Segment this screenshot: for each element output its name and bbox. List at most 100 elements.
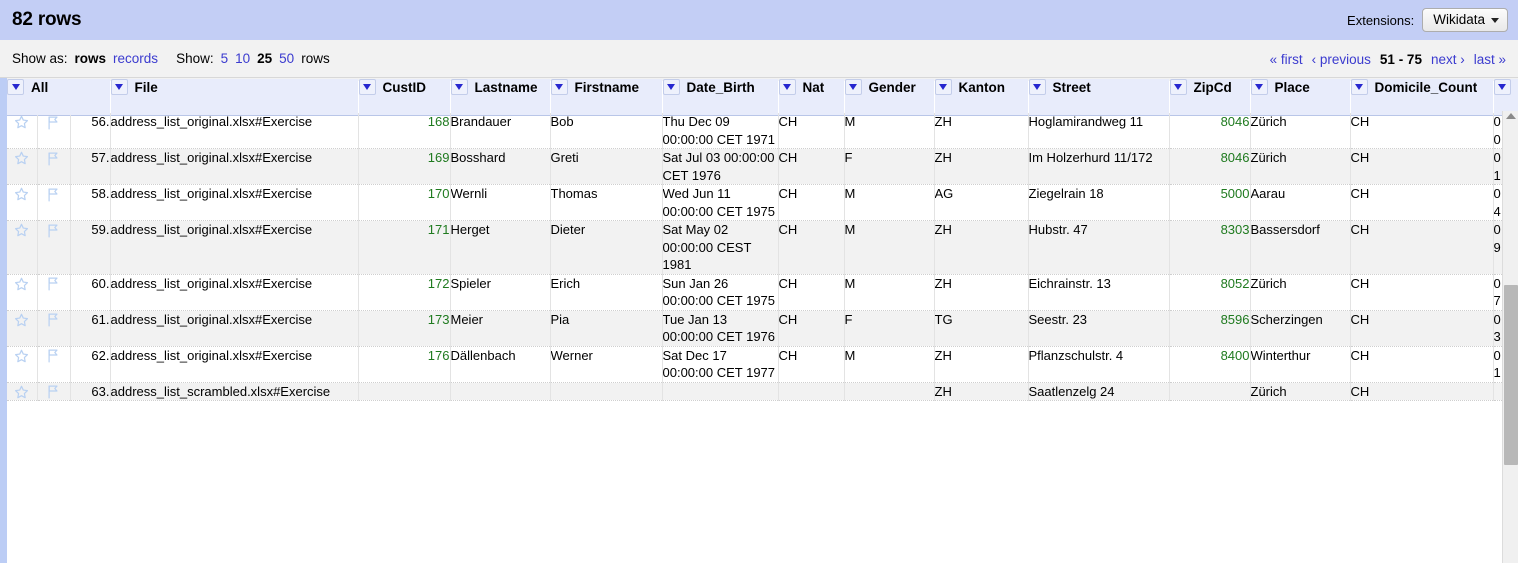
cell-gender[interactable]: M [844, 220, 935, 275]
column-dropdown-icon[interactable] [110, 79, 128, 95]
cell-place[interactable]: Zürich [1250, 382, 1351, 402]
cell-place[interactable]: Scherzingen [1250, 310, 1351, 347]
cell-custid[interactable]: 171 [358, 220, 451, 275]
cell-place[interactable]: Zürich [1250, 148, 1351, 185]
row-star-toggle[interactable] [7, 184, 38, 221]
row-flag-toggle[interactable] [37, 382, 71, 402]
cell-zipcd[interactable]: 8052 [1169, 274, 1251, 311]
cell-date-birth[interactable] [662, 382, 779, 402]
cell-street[interactable]: Eichrainstr. 13 [1028, 274, 1170, 311]
cell-kanton[interactable]: ZH [934, 112, 1029, 149]
table-row-clipped[interactable]: 56. address_list_original.xlsx#Exercise 16… [7, 112, 1518, 149]
cell-firstname[interactable]: Dieter [550, 220, 663, 275]
cell-kanton[interactable]: ZH [934, 148, 1029, 185]
column-dropdown-icon[interactable] [1169, 79, 1187, 95]
cell-domicile-count[interactable]: CH [1350, 346, 1494, 383]
cell-firstname[interactable] [550, 382, 663, 402]
vertical-scrollbar[interactable] [1502, 111, 1518, 563]
cell-domicile-count[interactable]: CH [1350, 220, 1494, 275]
cell-place[interactable]: Bassersdorf [1250, 220, 1351, 275]
column-dropdown-icon[interactable] [1028, 79, 1046, 95]
cell-place[interactable]: Winterthur [1250, 346, 1351, 383]
cell-lastname[interactable]: Brandauer [450, 112, 551, 149]
pagination-last[interactable]: last » [1474, 52, 1506, 67]
column-dropdown-icon[interactable] [934, 79, 952, 95]
row-star-toggle[interactable] [7, 220, 38, 275]
pagination-next[interactable]: next › [1431, 52, 1465, 67]
cell-zipcd[interactable] [1169, 382, 1251, 402]
cell-kanton[interactable]: AG [934, 184, 1029, 221]
cell-firstname[interactable]: Bob [550, 112, 663, 149]
cell-street[interactable]: Ziegelrain 18 [1028, 184, 1170, 221]
column-header-file[interactable]: File [110, 78, 359, 116]
cell-kanton[interactable]: ZH [934, 346, 1029, 383]
cell-custid[interactable]: 168 [358, 112, 451, 149]
cell-file[interactable]: address_list_scrambled.xlsx#Exercise [110, 382, 359, 402]
cell-date-birth[interactable]: Sat Dec 17 00:00:00 CET 1977 [662, 346, 779, 383]
row-flag-toggle[interactable] [37, 274, 71, 311]
column-dropdown-icon[interactable] [450, 79, 468, 95]
cell-file[interactable]: address_list_original.xlsx#Exercise [110, 112, 359, 149]
row-flag-toggle[interactable] [37, 148, 71, 185]
cell-lastname[interactable]: Dällenbach [450, 346, 551, 383]
show-as-records-option[interactable]: records [113, 51, 158, 66]
cell-gender[interactable]: M [844, 346, 935, 383]
cell-custid[interactable] [358, 382, 451, 402]
column-header-gender[interactable]: Gender [844, 78, 935, 116]
cell-lastname[interactable]: Spieler [450, 274, 551, 311]
cell-zipcd[interactable]: 8400 [1169, 346, 1251, 383]
column-header-street[interactable]: Street [1028, 78, 1170, 116]
cell-zipcd[interactable]: 8596 [1169, 310, 1251, 347]
cell-kanton[interactable]: TG [934, 310, 1029, 347]
column-header-nat[interactable]: Nat [778, 78, 845, 116]
row-star-toggle[interactable] [7, 310, 38, 347]
page-size-10[interactable]: 10 [235, 51, 250, 66]
cell-lastname[interactable]: Wernli [450, 184, 551, 221]
cell-domicile-count[interactable]: CH [1350, 382, 1494, 402]
cell-gender[interactable]: F [844, 148, 935, 185]
column-header-place[interactable]: Place [1250, 78, 1351, 116]
column-header-kanton[interactable]: Kanton [934, 78, 1029, 116]
cell-nat[interactable]: CH [778, 310, 845, 347]
cell-date-birth[interactable]: Sun Jan 26 00:00:00 CET 1975 [662, 274, 779, 311]
table-row[interactable]: 60. address_list_original.xlsx#Exercise 17… [7, 274, 1518, 311]
cell-domicile-count[interactable]: CH [1350, 112, 1494, 149]
cell-domicile-count[interactable]: CH [1350, 274, 1494, 311]
cell-nat[interactable]: CH [778, 184, 845, 221]
cell-place[interactable]: Zürich [1250, 274, 1351, 311]
table-row[interactable]: 57. address_list_original.xlsx#Exercise 16… [7, 148, 1518, 185]
cell-zipcd[interactable]: 5000 [1169, 184, 1251, 221]
cell-custid[interactable]: 176 [358, 346, 451, 383]
cell-lastname[interactable]: Bosshard [450, 148, 551, 185]
cell-kanton[interactable]: ZH [934, 382, 1029, 402]
cell-kanton[interactable]: ZH [934, 220, 1029, 275]
cell-custid[interactable]: 169 [358, 148, 451, 185]
cell-file[interactable]: address_list_original.xlsx#Exercise [110, 148, 359, 185]
row-flag-toggle[interactable] [37, 112, 71, 149]
cell-gender[interactable]: M [844, 112, 935, 149]
cell-file[interactable]: address_list_original.xlsx#Exercise [110, 274, 359, 311]
table-row[interactable]: 62. address_list_original.xlsx#Exercise 17… [7, 346, 1518, 383]
row-star-toggle[interactable] [7, 382, 38, 402]
column-dropdown-icon[interactable] [1250, 79, 1268, 95]
cell-custid[interactable]: 173 [358, 310, 451, 347]
cell-custid[interactable]: 172 [358, 274, 451, 311]
cell-street[interactable]: Seestr. 23 [1028, 310, 1170, 347]
column-dropdown-icon[interactable] [844, 79, 862, 95]
cell-lastname[interactable]: Herget [450, 220, 551, 275]
cell-nat[interactable]: CH [778, 220, 845, 275]
column-header-clipped[interactable] [1493, 78, 1518, 116]
cell-date-birth[interactable]: Sat May 02 00:00:00 CEST 1981 [662, 220, 779, 275]
show-as-rows-option[interactable]: rows [75, 51, 107, 66]
cell-nat[interactable]: CH [778, 274, 845, 311]
cell-file[interactable]: address_list_original.xlsx#Exercise [110, 220, 359, 275]
page-size-25[interactable]: 25 [257, 51, 272, 66]
column-header-all[interactable]: All [7, 78, 111, 116]
cell-street[interactable]: Im Holzerhurd 11/172 [1028, 148, 1170, 185]
cell-nat[interactable]: CH [778, 148, 845, 185]
cell-domicile-count[interactable]: CH [1350, 148, 1494, 185]
column-dropdown-icon[interactable] [550, 79, 568, 95]
cell-firstname[interactable]: Pia [550, 310, 663, 347]
cell-street[interactable]: Saatlenzelg 24 [1028, 382, 1170, 402]
cell-file[interactable]: address_list_original.xlsx#Exercise [110, 346, 359, 383]
